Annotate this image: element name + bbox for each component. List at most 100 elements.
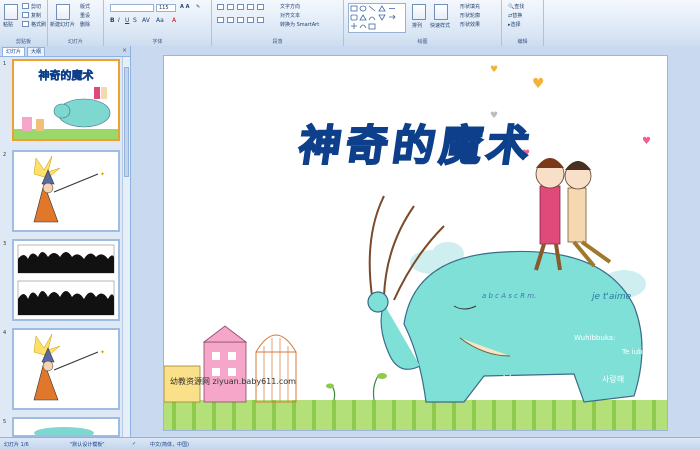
slide-thumbnail-2[interactable]: ✦ [12,150,120,232]
editing-label: 编辑 [517,39,528,45]
cut-button[interactable]: 剪切 [31,3,41,10]
align-text-button[interactable]: 对齐文本 [280,12,300,19]
slide-3-preview [14,241,118,319]
slide-text-abc: a b c A s c R m. [482,292,537,300]
shapes-gallery[interactable] [348,3,406,33]
bold-icon[interactable]: B [110,17,115,24]
underline-icon[interactable]: U [125,17,129,24]
slide-canvas: ♥ ♥ ♥ ♥ ♥ 神奇的魔术 a b c A s c R m. je t'ai… [131,46,700,437]
font-name-combo[interactable] [110,4,154,12]
convert-smartart-button[interactable]: 转换为 SmartArt [280,21,319,28]
align-left-icon[interactable] [217,17,224,23]
grow-font-icon[interactable]: A A [180,4,189,10]
bullets-icon[interactable] [217,4,224,10]
theme-name: "默认设计模板" [70,442,105,448]
shape-effects-button[interactable]: 形状效果 [460,21,480,28]
slide-number: 1 [3,61,7,67]
delete-button[interactable]: 删除 [80,21,90,28]
justify-icon[interactable] [247,17,254,23]
strikethrough-icon[interactable]: S [133,17,137,24]
slide-thumbnail-5[interactable] [12,417,120,437]
paragraph-group: 文字方向 对齐文本 转换为 SmartArt 段落 [212,0,344,46]
replace-label: 替换 [512,13,523,19]
clear-format-icon[interactable]: ✎ [196,4,200,10]
slide-5-preview [14,419,118,435]
tab-outline[interactable]: 大纲 [27,47,46,56]
select-button[interactable]: ▸选择 [508,21,521,28]
heart-icon: ♥ [642,136,651,147]
slide-text-jet: je t'aime [592,292,632,302]
layout-button[interactable]: 版式 [80,3,90,10]
align-right-icon[interactable] [237,17,244,23]
copy-button[interactable]: 复制 [31,12,41,19]
font-color-icon[interactable]: A [172,17,176,24]
increase-indent-icon[interactable] [247,4,254,10]
font-size-combo[interactable]: 115 [156,4,176,12]
panel-tabs: 幻灯片 大纲 × [0,46,130,57]
panel-scrollbar[interactable] [122,57,130,437]
line-spacing-icon[interactable] [257,4,264,10]
slide-editor[interactable]: ♥ ♥ ♥ ♥ ♥ 神奇的魔术 a b c A s c R m. je t'ai… [163,55,668,431]
char-spacing-icon[interactable]: AV [142,17,150,24]
decrease-indent-icon[interactable] [237,4,244,10]
slide-number: 5 [3,419,7,425]
select-label: 选择 [510,22,521,28]
editing-group: 🔍查找 ⇄替换 ▸选择 编辑 [502,0,544,46]
copy-icon [22,12,29,18]
heart-icon: ♥ [490,65,498,75]
slide-number: 4 [3,330,7,336]
slide-2-preview: ✦ [14,152,118,230]
slide-thumbnail-3[interactable] [12,239,120,321]
shapes-icon [350,5,396,30]
paragraph-label: 段落 [272,39,283,45]
slide-text-teiu: Te iubesc [622,348,655,356]
scrollbar-thumb[interactable] [124,67,129,177]
find-label: 查找 [514,4,525,10]
slide-count: 幻灯片 1/6 [4,442,29,448]
new-slide-button[interactable]: 新建幻灯片 [50,22,78,28]
new-slide-icon[interactable] [56,4,70,20]
status-bar: 幻灯片 1/6 "默认设计模板" ✓ 中文(简体，中国) [0,437,700,450]
slides-panel: 幻灯片 大纲 × 1 神奇的魔术 2 ✦ 3 4 ✦ 5 [0,46,131,437]
close-icon[interactable]: × [122,47,127,54]
paste-icon[interactable] [4,4,18,20]
align-center-icon[interactable] [227,17,234,23]
text-direction-button[interactable]: 文字方向 [280,3,300,10]
svg-text:✦: ✦ [100,349,105,356]
quick-styles-button[interactable]: 快速样式 [430,22,450,29]
format-painter-button[interactable]: 格式刷 [31,21,46,28]
reset-button[interactable]: 重设 [80,12,90,19]
italic-icon[interactable]: I [118,17,120,24]
watermark-text: 幼教资源网 ziyuan.baby611.com [170,377,296,386]
arrange-icon[interactable] [412,4,426,20]
shape-outline-button[interactable]: 形状轮廓 [460,12,480,19]
slide-thumbnail-1[interactable]: 神奇的魔术 [12,59,120,141]
numbering-icon[interactable] [227,4,234,10]
quick-styles-icon[interactable] [434,4,448,20]
slide-4-preview: ✦ [14,330,118,408]
language-indicator: 中文(简体，中国) [150,442,189,448]
clipboard-group: 粘贴 剪切 复制 格式刷 剪贴板 [0,0,48,46]
find-button[interactable]: 🔍查找 [508,3,524,10]
paste-button[interactable]: 粘贴 [3,21,13,28]
slide-thumbnail-4[interactable]: ✦ [12,328,120,410]
format-painter-icon [22,21,29,27]
arrange-button[interactable]: 排列 [412,22,422,29]
slide-number: 3 [3,241,7,247]
columns-icon[interactable] [257,17,264,23]
cut-icon [22,3,29,9]
replace-button[interactable]: ⇄替换 [508,12,522,19]
slide-text-wuhi: Wuhibbuka: [574,334,616,342]
thumbnail-title: 神奇的魔术 [38,69,94,83]
slide-title[interactable]: 神奇的魔术 [226,112,609,173]
shape-fill-button[interactable]: 形状填充 [460,3,480,10]
slides-label: 幻灯片 [67,39,83,45]
font-label: 字体 [152,39,163,45]
tab-slides[interactable]: 幻灯片 [2,47,26,56]
slides-group: 新建幻灯片 版式 重设 删除 幻灯片 [48,0,104,46]
svg-text:✦: ✦ [100,171,105,178]
change-case-icon[interactable]: Aa [156,17,164,24]
spell-check-icon[interactable]: ✓ [132,441,136,447]
font-group: 115 A A ✎ B I U S AV Aa A 字体 [104,0,212,46]
clipboard-label: 剪贴板 [15,39,31,45]
